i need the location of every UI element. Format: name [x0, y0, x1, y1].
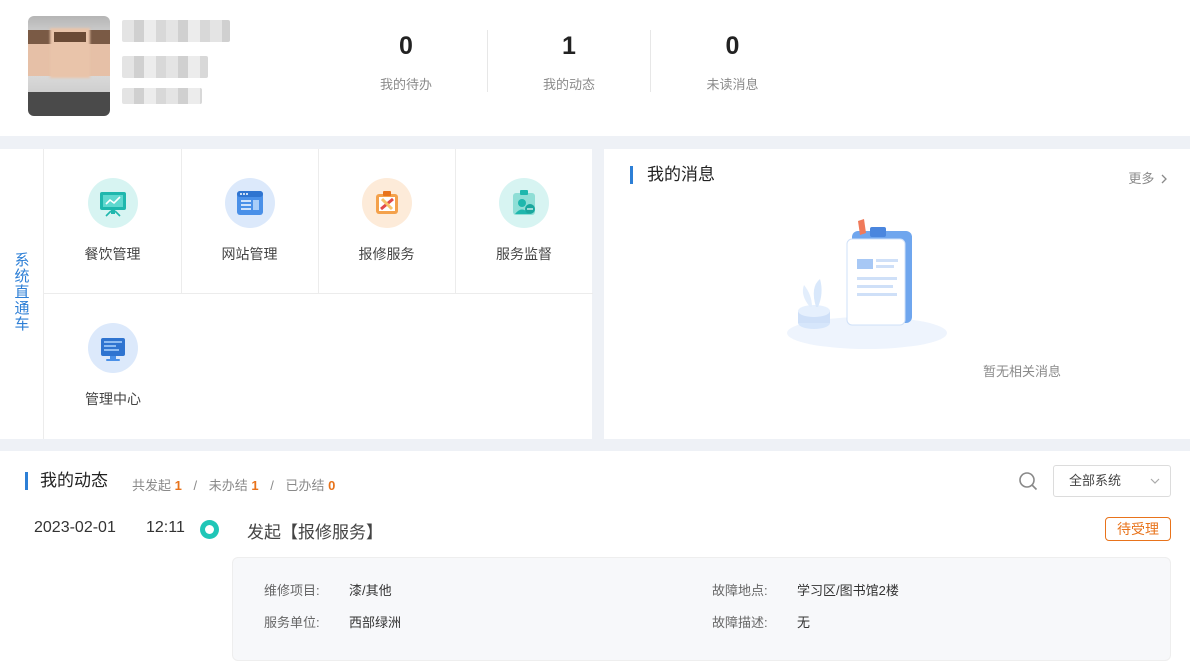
activity-counts: 共发起 1 / 未办结 1 / 已办结 0 [132, 475, 335, 494]
my-messages-panel: 我的消息 更多 暂无相关消息 [604, 149, 1190, 439]
total-label: 共发起 [132, 478, 172, 493]
field-value: 漆/其他 [349, 583, 392, 598]
stat-value: 1 [562, 32, 576, 60]
chevron-down-icon [1150, 478, 1160, 484]
activity-date: 2023-02-01 [34, 519, 116, 536]
stat-my-activity[interactable]: 1 我的动态 [488, 30, 651, 92]
tile-label: 餐饮管理 [84, 246, 141, 262]
no-messages-text: 暂无相关消息 [983, 364, 1062, 379]
total-count: 1 [174, 478, 182, 493]
stat-unread-messages[interactable]: 0 未读消息 [651, 30, 814, 92]
stat-label: 我的动态 [542, 77, 595, 92]
tile-repair-service[interactable]: 报修服务 [318, 149, 456, 294]
service-supervision-icon [499, 178, 549, 228]
done-label: 已办结 [285, 478, 325, 493]
tile-website-management[interactable]: 网站管理 [181, 149, 319, 294]
tile-label: 管理中心 [85, 391, 141, 407]
more-messages-label: 更多 [1128, 171, 1155, 186]
field-label: 故障描述: [712, 615, 768, 630]
avatar[interactable] [28, 16, 110, 116]
profile-header: 0 我的待办 1 我的动态 0 未读消息 [0, 0, 1190, 136]
system-shortcuts-tab[interactable]: 系统直通车 [0, 149, 44, 439]
count-separator: / [270, 478, 274, 493]
pending-label: 未办结 [208, 478, 248, 493]
field-label: 服务单位: [264, 615, 320, 630]
stat-my-todo[interactable]: 0 我的待办 [325, 30, 488, 92]
system-shortcuts-tab-label: 系统直通车 [14, 252, 30, 333]
website-management-icon [224, 178, 275, 228]
field-value: 西部绿洲 [349, 615, 402, 630]
tile-label: 服务监督 [496, 246, 552, 262]
tile-dining-management[interactable]: 餐饮管理 [44, 149, 182, 294]
field-label: 维修项目: [264, 583, 320, 598]
stat-value: 0 [725, 32, 740, 60]
chevron-right-icon [1161, 174, 1167, 184]
activity-time: 12:11 [146, 519, 185, 536]
field-label: 故障地点: [712, 583, 768, 598]
my-messages-title: 我的消息 [630, 166, 715, 184]
status-badge: 待受理 [1105, 517, 1171, 541]
tile-management-center[interactable]: 管理中心 [44, 294, 182, 439]
stat-label: 未读消息 [706, 77, 759, 92]
my-activity-panel: 我的动态 共发起 1 / 未办结 1 / 已办结 0 全部系统 2023-02-… [0, 451, 1190, 671]
done-count: 0 [328, 478, 336, 493]
pending-count: 1 [251, 478, 259, 493]
dining-management-icon [87, 178, 138, 228]
tile-label: 网站管理 [221, 246, 278, 262]
more-messages-link[interactable]: 更多 [1128, 168, 1168, 187]
tile-label: 报修服务 [358, 246, 415, 262]
management-center-icon [88, 323, 138, 373]
field-value: 学习区/图书馆2楼 [797, 583, 899, 598]
blurred-user-id [122, 88, 202, 104]
my-activity-title: 我的动态 [25, 472, 108, 490]
stat-value: 0 [399, 32, 413, 60]
blurred-user-name [122, 20, 230, 42]
count-separator: / [193, 478, 198, 493]
empty-clipboard-illustration [787, 219, 947, 349]
timeline-dot-icon [200, 520, 219, 539]
activity-description[interactable]: 发起【报修服务】 [247, 518, 383, 543]
system-shortcuts-panel: 系统直通车 餐饮管理 网站管理 报修服务 服务监督 管理中心 [0, 149, 593, 439]
system-filter-value: 全部系统 [1069, 473, 1122, 488]
stats-bar: 0 我的待办 1 我的动态 0 未读消息 [325, 30, 814, 92]
activity-detail-card[interactable]: 维修项目: 漆/其他 故障地点: 学习区/图书馆2楼 服务单位: 西部绿洲 故障… [232, 557, 1171, 661]
tile-service-supervision[interactable]: 服务监督 [455, 149, 593, 294]
blurred-user-department [122, 56, 208, 78]
system-filter-select[interactable]: 全部系统 [1053, 465, 1171, 497]
repair-service-icon [361, 178, 412, 228]
field-value: 无 [797, 615, 811, 630]
search-icon[interactable] [1018, 471, 1038, 491]
stat-label: 我的待办 [379, 77, 432, 92]
